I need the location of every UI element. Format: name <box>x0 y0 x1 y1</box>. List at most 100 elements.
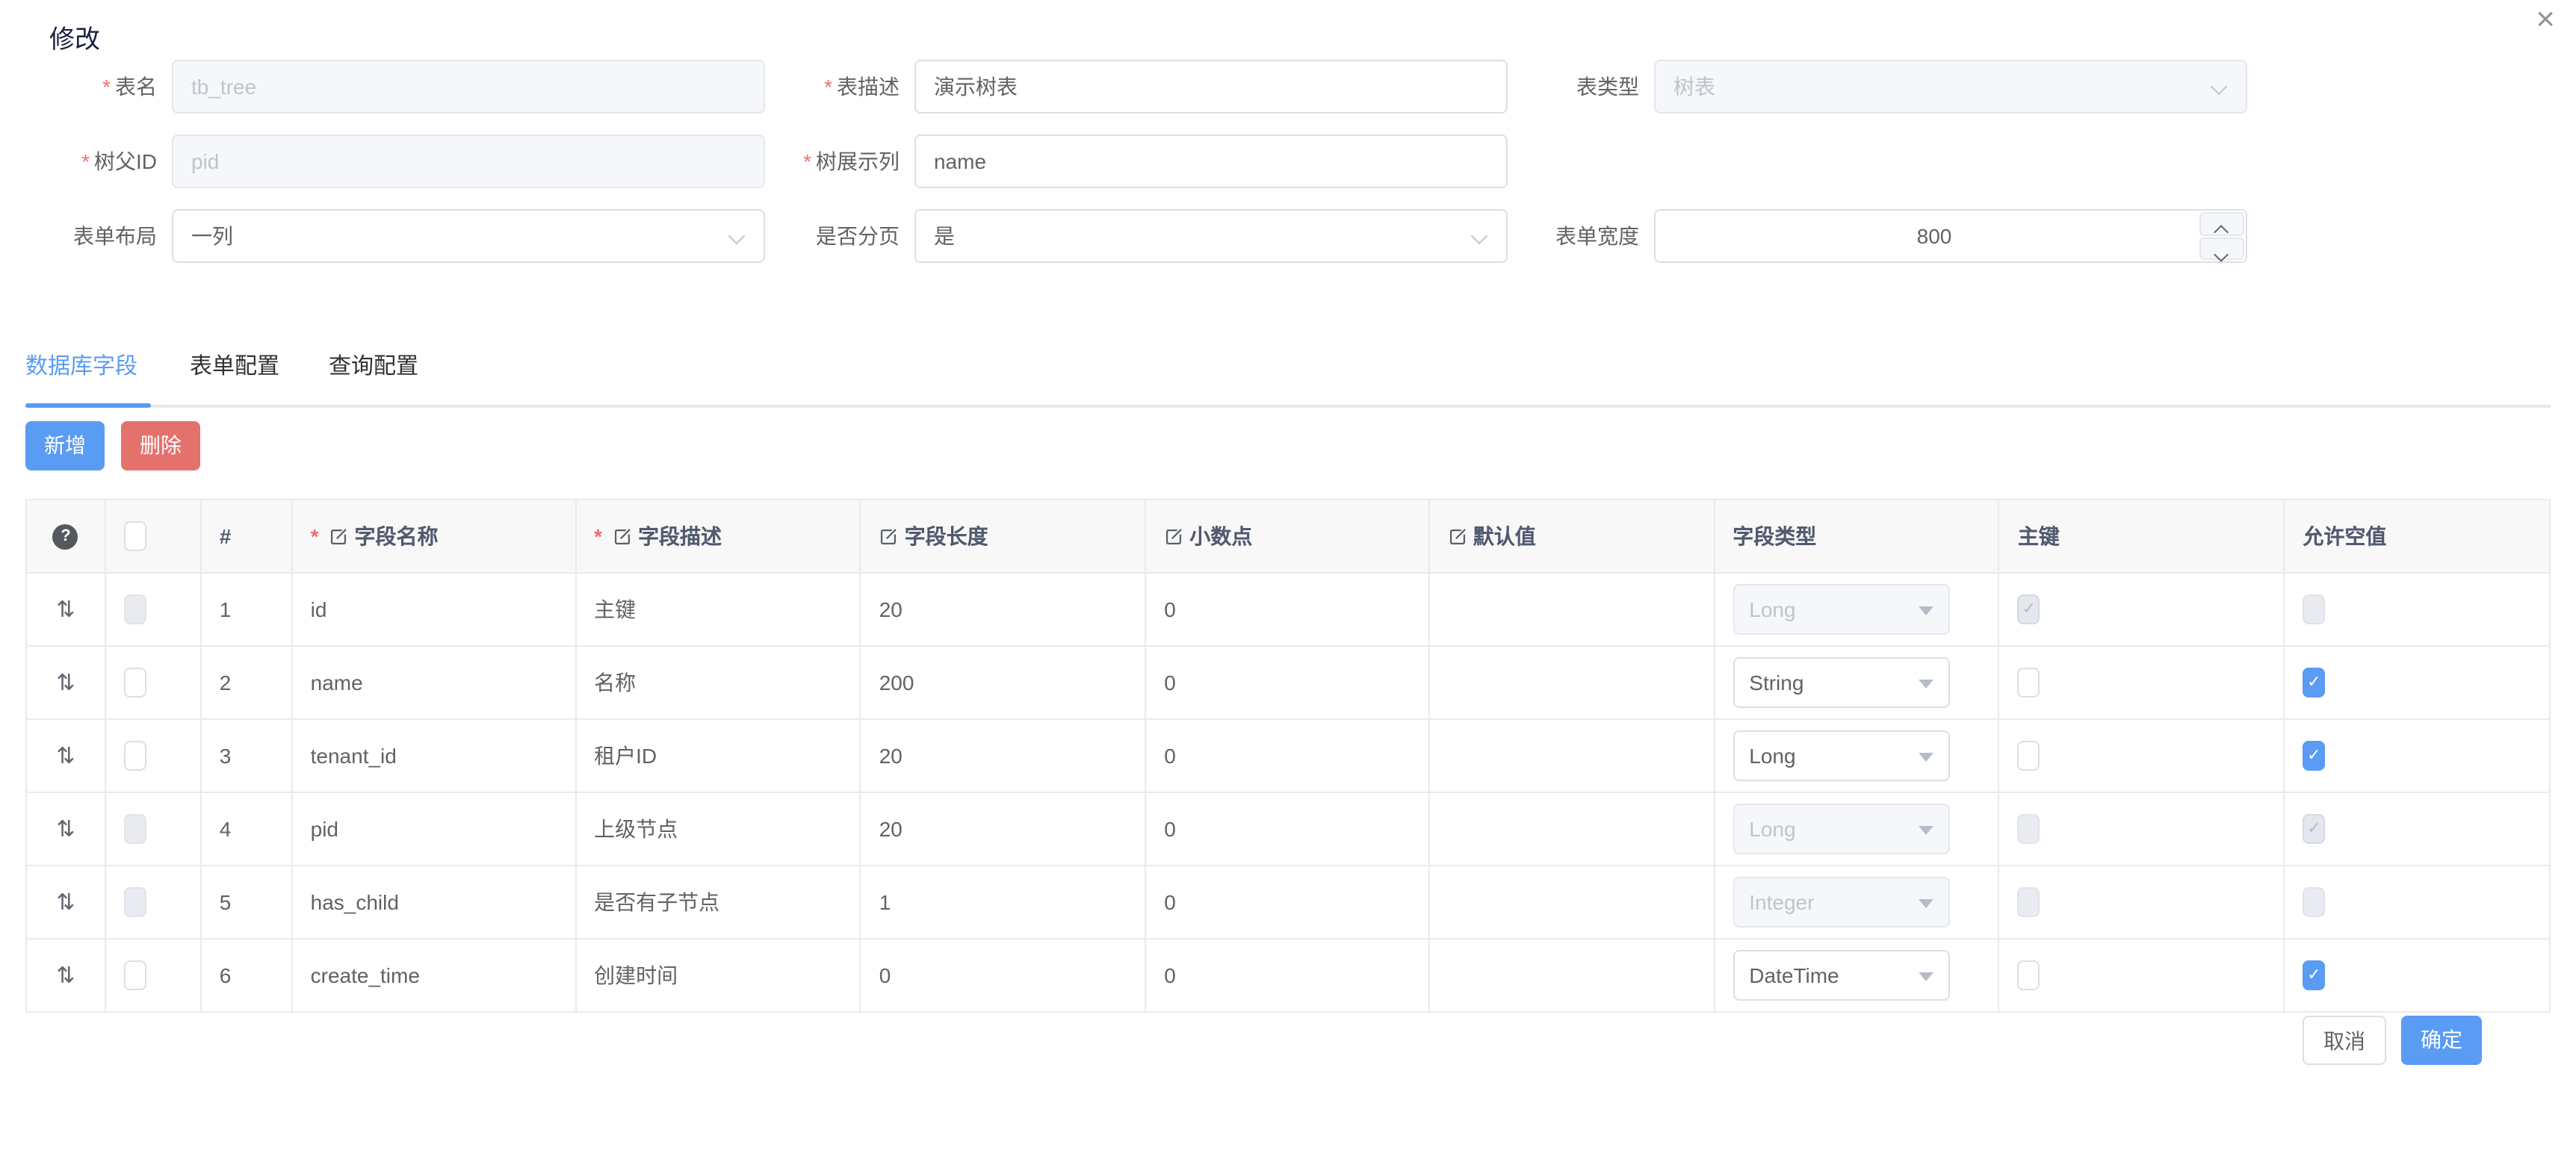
form-layout-select[interactable]: 一列 <box>172 209 765 263</box>
allow-null-checkbox[interactable] <box>2303 960 2325 990</box>
col-header-help: ? <box>27 500 106 572</box>
col-header-nullable: 允许空值 <box>2285 500 2549 572</box>
cell-field-name: pid <box>293 793 577 865</box>
caret-down-icon <box>1918 753 1933 762</box>
tree-parent-id-input[interactable] <box>173 136 764 187</box>
cell-field-length: 200 <box>861 647 1147 718</box>
stepper-up-button[interactable] <box>2199 212 2244 235</box>
table-name-input-wrap <box>172 60 765 114</box>
confirm-button[interactable]: 确定 <box>2401 1016 2482 1065</box>
form-width-label: 表单宽度 <box>1555 224 1639 248</box>
question-icon: ? <box>53 524 78 549</box>
row-select-checkbox <box>124 887 146 917</box>
cell-field-length: 1 <box>861 866 1147 938</box>
cell-field-desc: 创建时间 <box>576 939 861 1011</box>
required-asterisk: * <box>803 149 811 173</box>
close-icon[interactable]: × <box>2536 3 2555 36</box>
tab-query-config[interactable]: 查询配置 <box>329 345 418 405</box>
table-row: ⇅5has_child是否有子节点10Integer <box>27 866 2549 939</box>
field-type-select[interactable]: String <box>1733 657 1949 708</box>
caret-down-icon <box>1918 972 1933 981</box>
form-width-input[interactable] <box>1656 211 2246 261</box>
cell-field-desc: 上级节点 <box>576 793 861 865</box>
table-type-select[interactable]: 树表 <box>1654 60 2247 114</box>
table-cell: ⇅ <box>27 647 106 718</box>
table-cell <box>2285 574 2549 645</box>
row-select-checkbox[interactable] <box>124 741 146 771</box>
col-header-pk: 主键 <box>2000 500 2285 572</box>
tree-display-col-input[interactable] <box>916 136 1506 187</box>
table-cell: Integer <box>1715 866 2000 938</box>
table-name-input[interactable] <box>173 61 764 112</box>
cell-field-desc: 名称 <box>576 647 861 718</box>
table-desc-input-wrap <box>914 60 1508 114</box>
cell-field-desc: 主键 <box>576 574 861 645</box>
required-asterisk: * <box>594 524 602 548</box>
delete-button[interactable]: 删除 <box>121 421 200 470</box>
row-select-checkbox[interactable] <box>124 668 146 698</box>
field-tree-display-col: *树展示列 <box>743 134 1508 188</box>
drag-sort-icon[interactable]: ⇅ <box>56 669 75 696</box>
drag-sort-icon[interactable]: ⇅ <box>56 889 75 916</box>
table-desc-label: 表描述 <box>837 75 900 99</box>
drag-sort-icon[interactable]: ⇅ <box>56 962 75 989</box>
field-table-type: 表类型 树表 <box>1482 60 2247 114</box>
drag-sort-icon[interactable]: ⇅ <box>56 596 75 623</box>
form-layout-label: 表单布局 <box>73 224 157 248</box>
pagination-select[interactable]: 是 <box>914 209 1508 263</box>
col-header-name: *字段名称 <box>293 500 577 572</box>
row-select-checkbox <box>124 594 146 624</box>
cell-index: 2 <box>202 647 293 718</box>
tab-database-fields[interactable]: 数据库字段 <box>25 345 137 405</box>
table-cell: DateTime <box>1715 939 2000 1011</box>
table-cell: ⇅ <box>27 574 106 645</box>
col-header-type: 字段类型 <box>1715 500 2000 572</box>
table-row: ⇅2name名称2000String <box>27 647 2549 720</box>
row-select-checkbox[interactable] <box>124 960 146 990</box>
edit-icon <box>879 526 899 546</box>
table-row: ⇅3tenant_id租户ID200Long <box>27 720 2549 793</box>
cancel-button[interactable]: 取消 <box>2303 1016 2386 1065</box>
primary-key-checkbox[interactable] <box>2018 741 2040 771</box>
cell-default <box>1430 793 1715 865</box>
table-desc-input[interactable] <box>916 61 1506 112</box>
tabs-track <box>25 405 2551 408</box>
field-type-select[interactable]: Long <box>1733 730 1949 781</box>
tree-display-col-input-wrap <box>914 134 1508 188</box>
table-cell: ⇅ <box>27 866 106 938</box>
add-button[interactable]: 新增 <box>25 421 105 470</box>
primary-key-checkbox[interactable] <box>2018 960 2040 990</box>
table-row: ⇅1id主键200Long <box>27 574 2549 647</box>
drag-sort-icon[interactable]: ⇅ <box>56 742 75 769</box>
tab-form-config[interactable]: 表单配置 <box>190 345 279 405</box>
table-cell: ⇅ <box>27 939 106 1011</box>
cell-default <box>1430 720 1715 792</box>
allow-null-checkbox[interactable] <box>2303 668 2325 698</box>
select-all-checkbox[interactable] <box>124 521 146 551</box>
edit-icon <box>1164 526 1183 546</box>
primary-key-checkbox[interactable] <box>2018 668 2040 698</box>
cell-field-name: tenant_id <box>293 720 577 792</box>
row-select-checkbox <box>124 814 146 844</box>
tree-parent-id-input-wrap <box>172 134 765 188</box>
field-type-select: Integer <box>1733 877 1949 928</box>
table-row: ⇅6create_time创建时间00DateTime <box>27 939 2549 1013</box>
col-header-default: 默认值 <box>1430 500 1715 572</box>
cell-field-name: id <box>293 574 577 645</box>
cell-field-length: 20 <box>861 793 1147 865</box>
table-name-label: 表名 <box>115 75 157 99</box>
pagination-label: 是否分页 <box>816 224 900 248</box>
table-cell <box>106 793 202 865</box>
cell-field-desc: 租户ID <box>576 720 861 792</box>
field-type-select[interactable]: DateTime <box>1733 950 1949 1001</box>
drag-sort-icon[interactable]: ⇅ <box>56 816 75 842</box>
cell-default <box>1430 574 1715 645</box>
stepper-down-button[interactable] <box>2199 237 2244 260</box>
table-row: ⇅4pid上级节点200Long <box>27 793 2549 866</box>
cell-field-desc: 是否有子节点 <box>576 866 861 938</box>
primary-key-checkbox <box>2018 594 2040 624</box>
allow-null-checkbox[interactable] <box>2303 741 2325 771</box>
edit-icon <box>613 526 632 546</box>
cell-decimal: 0 <box>1146 574 1430 645</box>
cell-field-name: has_child <box>293 866 577 938</box>
